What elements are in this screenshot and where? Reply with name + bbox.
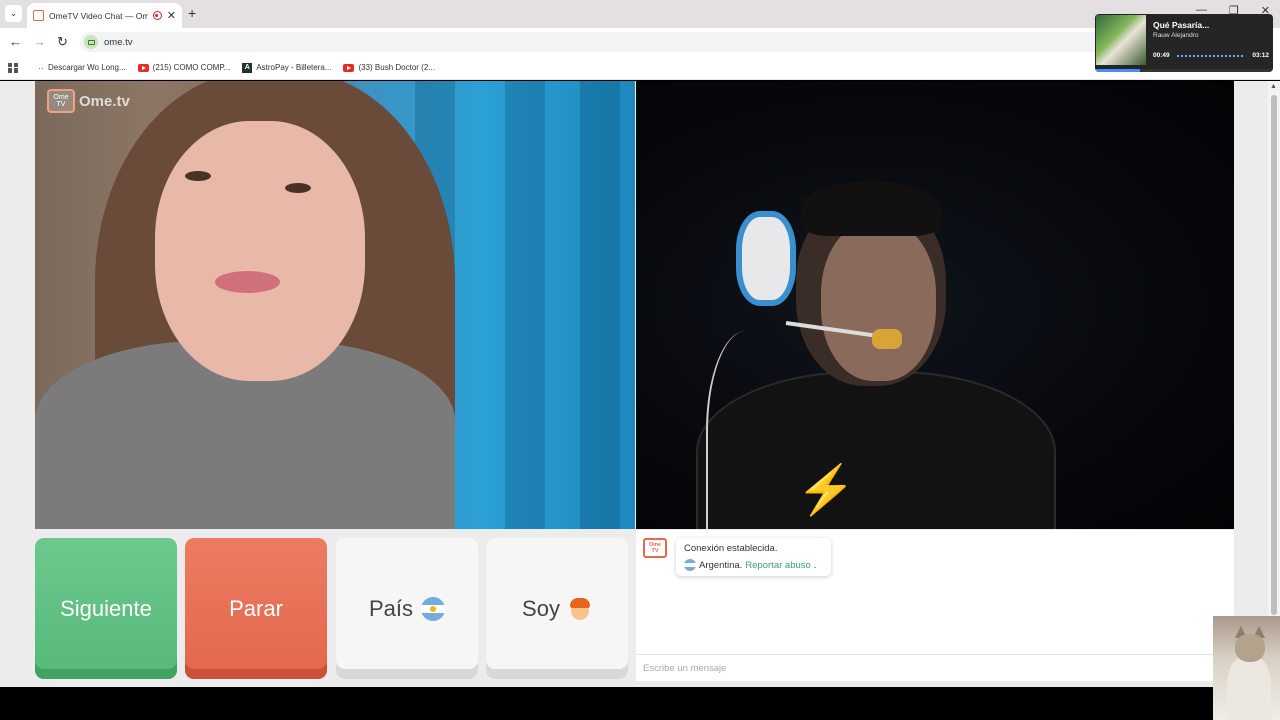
youtube-icon [343,63,355,72]
close-tab-button[interactable]: ✕ [167,9,176,22]
tv-icon: Ome TV [47,89,75,113]
camera-icon[interactable] [84,35,98,49]
country-button[interactable]: País [336,538,478,679]
forward-button[interactable]: → [33,34,46,49]
current-time: 00:49 [1153,52,1170,59]
chat-input-area [636,654,1234,681]
album-art [1096,15,1146,65]
brand-logo: Ome TV Ome.tv [47,89,130,113]
stranger-country: Argentina. [699,559,743,571]
report-abuse-link[interactable]: Reportar abuso [745,560,810,571]
media-player-overlay[interactable]: Qué Pasaría... Rauw Alejandro 00:49 03:1… [1095,14,1273,72]
apps-grid-icon[interactable] [8,62,18,73]
address-bar[interactable]: ome.tv [80,32,1190,52]
boy-avatar-icon [568,597,592,621]
bookmark-dots-icon: ·· [38,62,44,73]
stop-button[interactable]: Parar [185,538,327,679]
argentina-flag-icon [421,596,446,621]
waveform [1177,55,1243,57]
recording-icon [152,11,162,20]
ometv-logo-icon: Ome TV [643,538,667,558]
bookmarks-bar: ·· Descargar Wo Long... (215) COMO COMP..… [0,56,1280,80]
stranger-video: Ome TV Ome.tv [35,81,635,529]
tab-search-button[interactable]: ⌄ [5,5,22,22]
media-progress-bar[interactable] [1095,69,1273,72]
bookmark-item[interactable]: ·· Descargar Wo Long... [38,63,126,73]
astropay-icon: A [242,62,253,73]
url-text[interactable]: ome.tv [104,37,133,48]
song-title: Qué Pasaría... [1153,20,1210,30]
brand-name: Ome.tv [79,92,130,110]
scroll-up-icon[interactable]: ▲ [1270,83,1277,90]
country-button-label: País [368,595,414,621]
system-message: Conexión establecida. Argentina. Reporta… [676,538,831,576]
cat-image [1235,634,1265,662]
reload-button[interactable]: ↻ [57,34,68,50]
report-suffix: . [813,559,817,571]
page-scrollbar[interactable]: ▲ [1268,81,1280,687]
self-video: ⚡ [636,81,1234,529]
headset-icon [736,211,796,306]
chat-panel: Ome TV Conexión establecida. Argentina. … [636,530,1234,681]
gender-button[interactable]: Soy [486,538,628,679]
back-button[interactable]: ← [9,34,22,49]
ometv-favicon-icon [33,10,44,21]
youtube-icon [137,63,149,72]
bookmark-item[interactable]: A AstroPay - Billetera... [242,62,331,73]
scroll-thumb[interactable] [1271,95,1277,615]
gender-button-label: Soy [522,595,560,621]
media-progress-fill [1095,69,1140,72]
browser-tab[interactable]: OmeTV Video Chat — Omegle ✕ [27,3,182,28]
tab-bar: ⌄ OmeTV Video Chat — Omegle ✕ + — ❐ ✕ [0,0,1280,28]
song-artist: Rauw Alejandro [1153,32,1199,39]
bookmark-item[interactable]: (33) Bush Doctor (2... [343,63,435,72]
next-button-label: Siguiente [60,595,152,621]
bookmark-item[interactable]: (215) COMO COMP... [137,63,230,72]
total-time: 03:12 [1252,52,1269,59]
connection-status: Conexión establecida. [684,543,778,554]
argentina-flag-icon [684,559,696,571]
webcam-overlay [1213,616,1280,720]
next-button[interactable]: Siguiente [35,538,177,679]
tab-title: OmeTV Video Chat — Omegle [49,10,148,21]
stop-button-label: Parar [229,595,283,621]
shirt-logo: ⚡ [796,464,856,517]
browser-toolbar: ← → ↻ ome.tv [0,28,1280,56]
page-content: Ome TV Ome.tv ⚡ Siguiente Parar País Soy… [0,81,1280,687]
new-tab-button[interactable]: + [188,5,196,21]
message-input[interactable] [636,655,1234,681]
